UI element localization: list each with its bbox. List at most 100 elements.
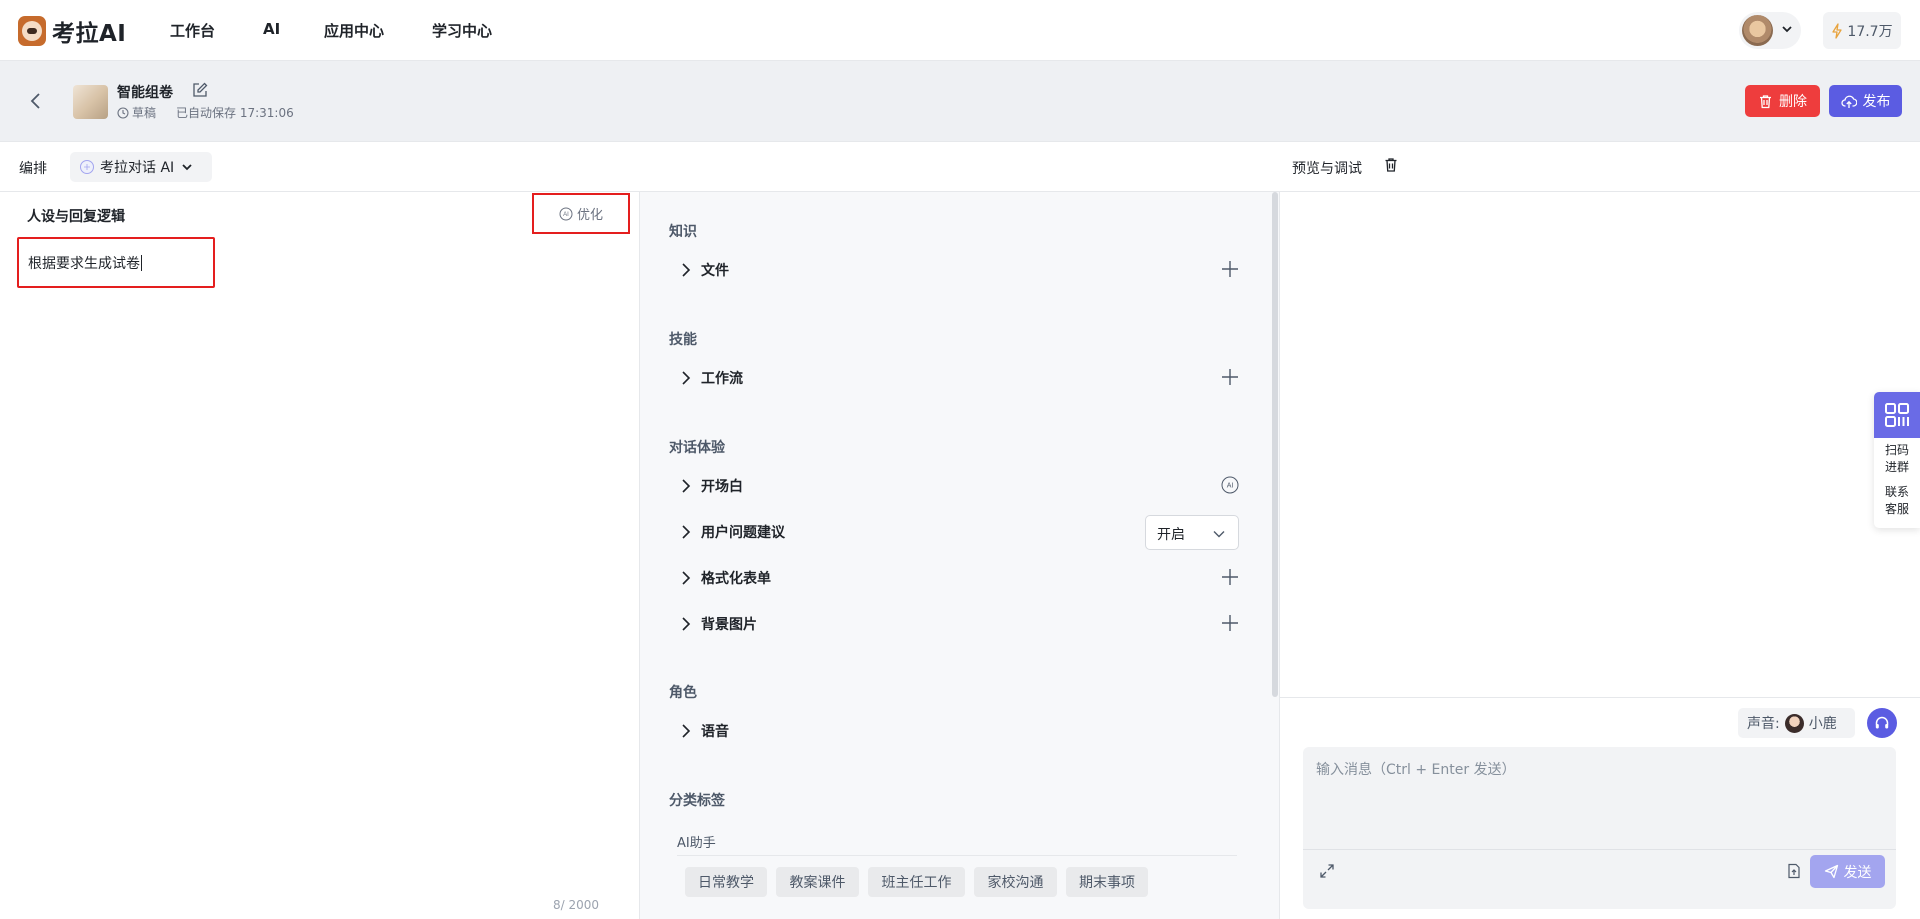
select-value: 开启 [1157, 527, 1185, 543]
suggest-select[interactable]: 开启 [1145, 515, 1239, 550]
user-menu[interactable] [1739, 12, 1801, 49]
tag-chip[interactable]: 教案课件 [776, 867, 859, 897]
headset-button[interactable] [1867, 708, 1897, 738]
model-selector[interactable]: 考拉对话 AI [70, 152, 212, 182]
editor-toolbar: 编排 考拉对话 AI [0, 142, 1280, 192]
autosave-status: 已自动保存 17:31:06 [176, 106, 294, 120]
section-role: 角色 [669, 685, 697, 701]
row-question-suggest[interactable]: 用户问题建议 开启 [679, 515, 1239, 550]
cloud-upload-icon [1840, 95, 1857, 108]
persona-title: 人设与回复逻辑 [27, 209, 125, 225]
plus-icon[interactable] [1221, 260, 1239, 278]
nav-workbench[interactable]: 工作台 [170, 20, 215, 41]
section-tags: 分类标签 [669, 793, 725, 809]
file-upload-icon[interactable] [1786, 863, 1802, 879]
row-label: 工作流 [701, 371, 743, 387]
tag-chip[interactable]: 家校沟通 [974, 867, 1057, 897]
publish-button[interactable]: 发布 [1829, 85, 1902, 117]
credits-badge[interactable]: 17.7万 [1823, 12, 1901, 49]
chat-composer[interactable]: 输入消息（Ctrl + Enter 发送） 发送 [1303, 747, 1896, 909]
clock-icon [117, 106, 129, 119]
preview-panel: 预览与调试 声音: 小鹿 输入消息（Ctrl + Enter 发送） 发送 [1280, 142, 1920, 919]
divider [1280, 697, 1920, 698]
chevron-down-icon [1213, 531, 1225, 538]
plus-icon[interactable] [1221, 368, 1239, 386]
ai-icon[interactable]: AI [1221, 476, 1239, 494]
persona-prompt-input[interactable]: 根据要求生成试卷 [17, 237, 215, 288]
document-title: 智能组卷 [117, 85, 173, 101]
svg-text:AI: AI [563, 212, 569, 218]
prompt-text: 根据要求生成试卷 [28, 256, 140, 272]
section-skills: 技能 [669, 332, 697, 348]
row-label: 格式化表单 [701, 571, 771, 587]
tag-chip[interactable]: 期末事项 [1066, 867, 1148, 897]
row-label: 语音 [701, 724, 729, 740]
row-label: 文件 [701, 263, 729, 279]
svg-text:AI: AI [1227, 483, 1234, 490]
optimize-button[interactable]: AI 优化 [532, 193, 630, 234]
voice-avatar [1784, 713, 1804, 733]
toolbar-label: 编排 [19, 161, 47, 177]
avatar [1742, 15, 1773, 46]
send-icon [1824, 864, 1838, 879]
headset-icon [1875, 716, 1889, 729]
voice-name: 小鹿 [1808, 716, 1837, 732]
config-panel: 知识 文件 技能 工作流 对话体验 开场白 AI 用户问题建议 开启 格式化表单… [640, 192, 1280, 919]
scrollbar[interactable] [1272, 192, 1278, 697]
delete-button[interactable]: 删除 [1745, 85, 1820, 117]
nav-app-center[interactable]: 应用中心 [324, 20, 384, 41]
chat-history [1280, 192, 1920, 697]
row-voice[interactable]: 语音 [679, 719, 1239, 743]
chevron-down-icon [1782, 26, 1792, 33]
row-label: 用户问题建议 [701, 525, 785, 541]
chevron-right-icon [682, 263, 691, 277]
tag-chip[interactable]: 日常教学 [685, 867, 767, 897]
chevron-right-icon [682, 479, 691, 493]
trash-icon [1760, 94, 1771, 108]
trash-icon[interactable] [1383, 157, 1399, 173]
chevron-right-icon [682, 371, 691, 385]
send-label: 发送 [1843, 864, 1872, 881]
nav-ai[interactable]: AI [263, 20, 280, 38]
lightning-icon [1832, 22, 1843, 39]
text-caret [141, 255, 142, 271]
character-counter: 8/ 2000 [553, 898, 600, 912]
koala-logo-icon [18, 16, 46, 46]
top-navbar: 考拉AI 工作台 AI 应用中心 学习中心 17.7万 [0, 0, 1920, 61]
voice-selector[interactable]: 声音: 小鹿 [1738, 708, 1855, 738]
model-icon [80, 160, 94, 174]
divider [1303, 849, 1896, 850]
qr-code-icon[interactable] [1874, 392, 1920, 438]
persona-editor: 人设与回复逻辑 AI 优化 根据要求生成试卷 8/ 2000 [0, 192, 640, 919]
plus-icon[interactable] [1221, 568, 1239, 586]
send-button[interactable]: 发送 [1810, 855, 1885, 888]
credits-value: 17.7万 [1847, 23, 1893, 40]
row-files[interactable]: 文件 [679, 258, 1239, 282]
row-label: 背景图片 [701, 617, 757, 633]
edit-icon[interactable] [192, 82, 208, 98]
plus-icon[interactable] [1221, 614, 1239, 632]
tag-group-title: AI助手 [677, 832, 1237, 856]
document-thumbnail [73, 85, 108, 119]
chevron-right-icon [682, 724, 691, 738]
chat-input[interactable]: 输入消息（Ctrl + Enter 发送） [1316, 759, 1516, 779]
voice-label: 声音: [1747, 716, 1780, 732]
expand-icon[interactable] [1319, 863, 1335, 879]
chevron-right-icon [682, 525, 691, 539]
back-arrow-icon[interactable] [26, 91, 46, 111]
logo[interactable]: 考拉AI [18, 14, 126, 48]
contact-support-link[interactable]: 联系 客服 [1874, 480, 1920, 518]
row-label: 开场白 [701, 479, 743, 495]
draft-status: 草稿 [132, 106, 157, 120]
row-workflow[interactable]: 工作流 [679, 366, 1239, 390]
tag-chip[interactable]: 班主任工作 [868, 867, 965, 897]
nav-learning-center[interactable]: 学习中心 [432, 20, 492, 41]
row-form[interactable]: 格式化表单 [679, 566, 1239, 590]
scan-join-group-link[interactable]: 扫码 进群 [1874, 438, 1920, 476]
document-meta: 草稿 已自动保存 17:31:06 [117, 104, 294, 121]
chevron-right-icon [682, 571, 691, 585]
document-header: 智能组卷 草稿 已自动保存 17:31:06 删除 发布 [0, 61, 1920, 142]
row-opening[interactable]: 开场白 AI [679, 474, 1239, 498]
support-widget[interactable]: 扫码 进群 联系 客服 [1874, 392, 1920, 528]
row-background[interactable]: 背景图片 [679, 612, 1239, 636]
